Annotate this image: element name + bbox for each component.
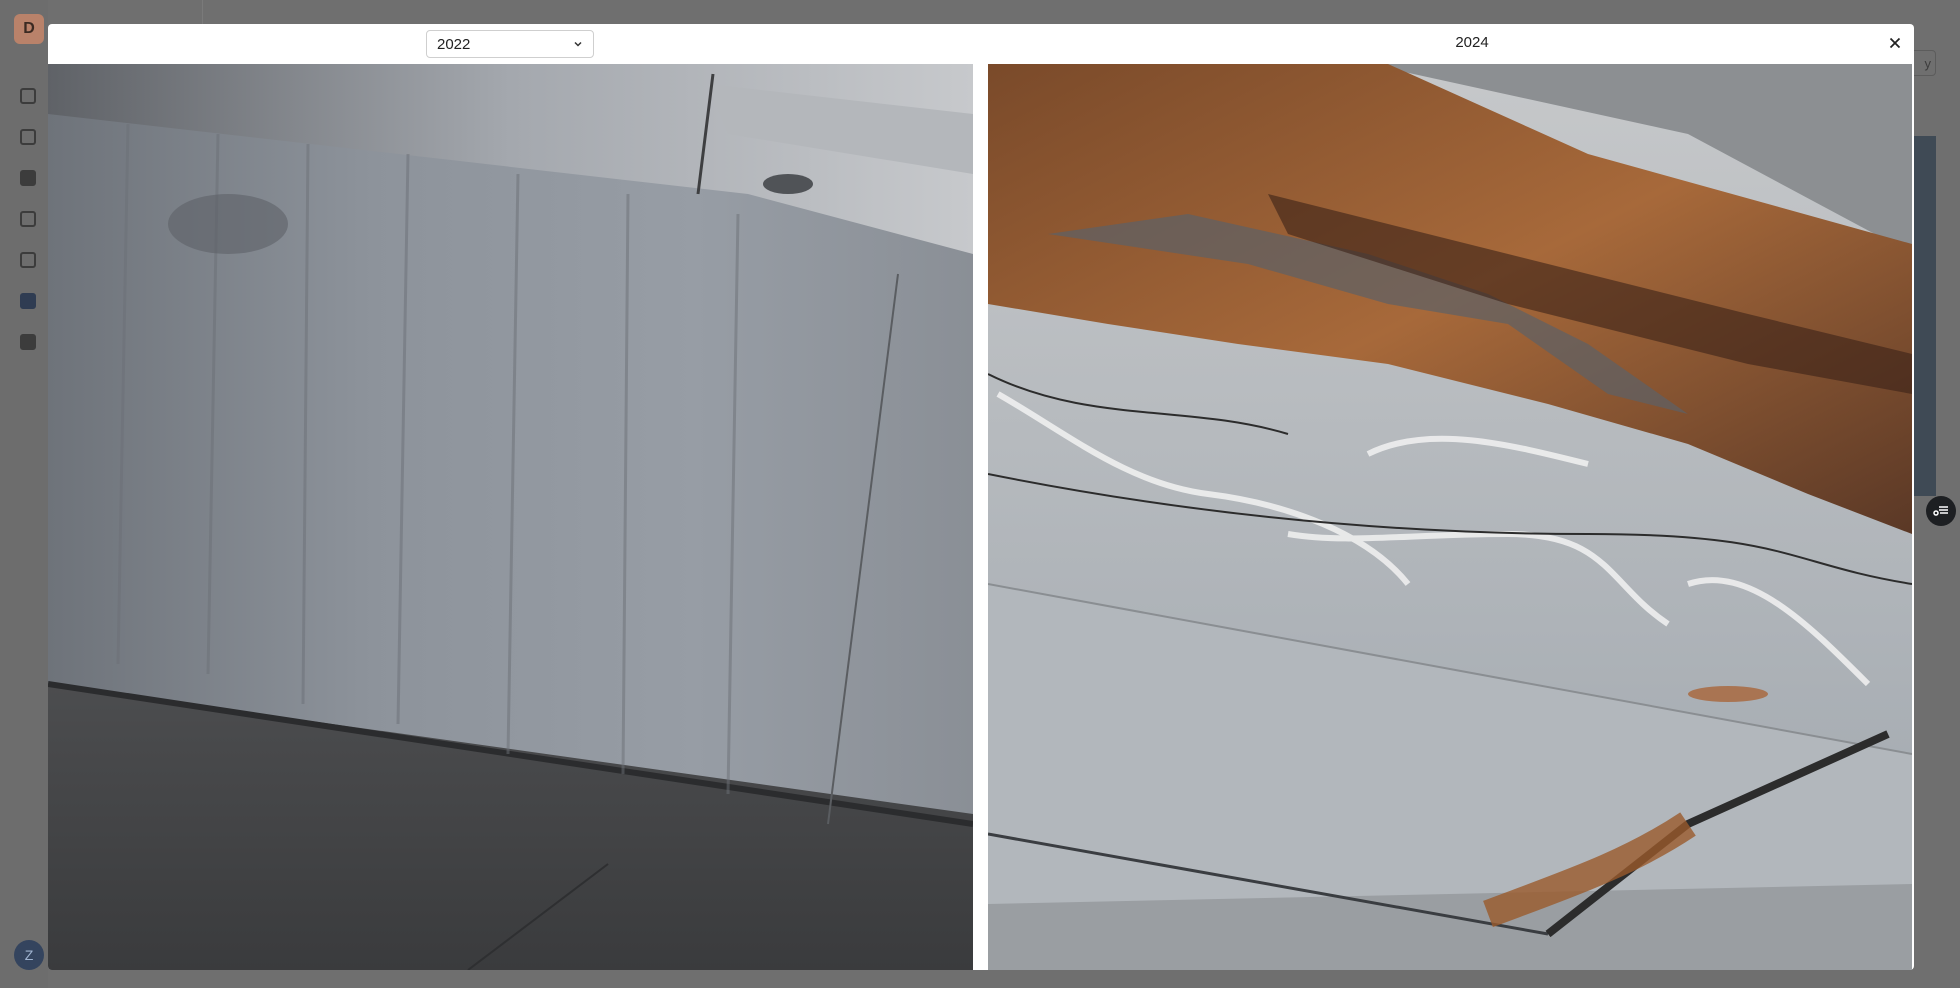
- filter-button[interactable]: [1926, 496, 1956, 526]
- user-avatar[interactable]: Z: [14, 940, 44, 970]
- background-panel: [1914, 136, 1936, 496]
- right-year-label: 2024: [1455, 34, 1489, 51]
- image-comparison-modal: 2022 2024: [48, 24, 1914, 970]
- image-icon[interactable]: [20, 170, 36, 186]
- photo-2022: [48, 64, 973, 970]
- network-icon[interactable]: [20, 293, 36, 309]
- app-sidebar: D Z: [0, 0, 48, 988]
- photo-2024: [988, 64, 1912, 970]
- gallery-icon[interactable]: [20, 334, 36, 350]
- close-button[interactable]: [1884, 32, 1906, 54]
- dashboard-icon[interactable]: [20, 88, 36, 104]
- bar-chart-icon[interactable]: [20, 252, 36, 268]
- year-select[interactable]: 2022: [426, 30, 594, 58]
- year-select-value: 2022: [437, 35, 471, 53]
- org-avatar[interactable]: D: [14, 14, 44, 44]
- chart-icon[interactable]: [20, 211, 36, 227]
- document-icon[interactable]: [20, 129, 36, 145]
- close-icon: [1889, 37, 1901, 49]
- modal-header: 2022 2024: [48, 24, 1914, 64]
- chevron-down-icon: [574, 41, 582, 47]
- filter-icon: [1933, 506, 1948, 516]
